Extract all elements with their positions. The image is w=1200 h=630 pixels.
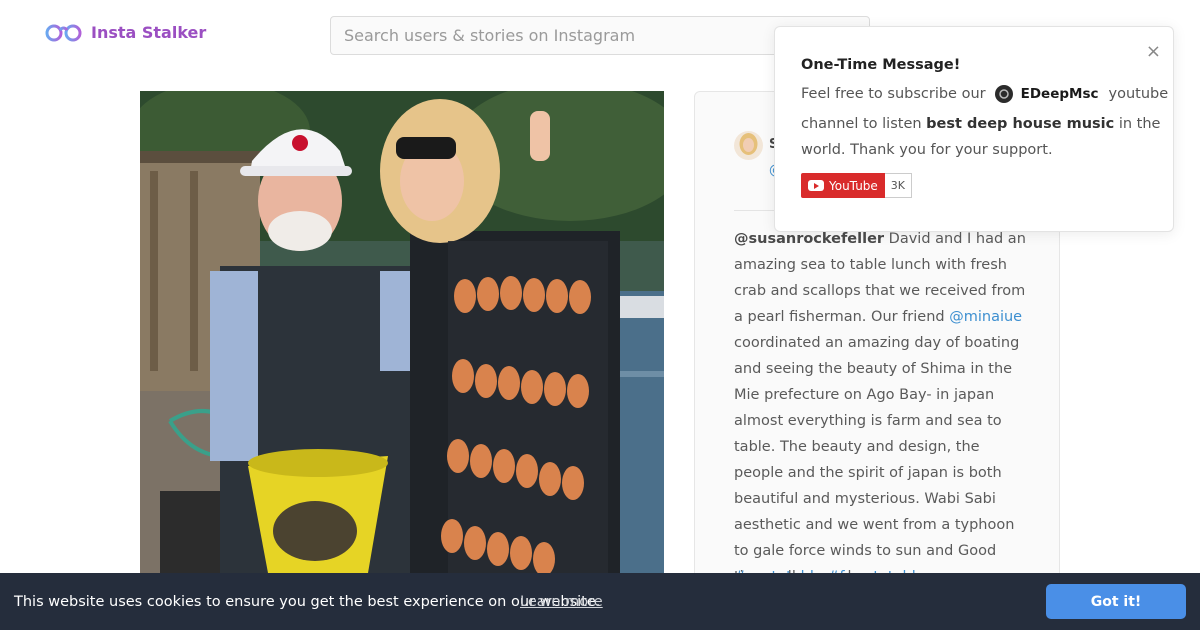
one-time-message-popup: × One-Time Message! Feel free to subscri… [774,26,1174,232]
channel-avatar-icon [994,85,1013,103]
post-caption: @susanrockefeller David and I had an ama… [734,226,1026,590]
channel-name[interactable]: EDeepMsc [1021,86,1099,102]
caption-mention[interactable]: @minaiue [949,309,1022,325]
youtube-subscribe-widget[interactable]: YouTube 3K [801,173,913,198]
popup-line2-bold: best deep house music [926,116,1115,132]
close-icon[interactable]: × [1146,42,1161,62]
post-photo [140,91,664,573]
youtube-subscribe-button[interactable]: YouTube [801,173,885,198]
avatar[interactable] [734,131,763,160]
cookie-banner: This website uses cookies to ensure you … [0,573,1200,630]
popup-line2-start: channel to listen [801,116,927,132]
subscriber-count: 3K [884,173,913,198]
cookie-accept-button[interactable]: Got it! [1046,584,1186,619]
logo-text: Insta Stalker [91,22,207,42]
youtube-label: YouTube [829,178,878,193]
popup-message: channel to listen best deep house music … [801,111,1161,163]
caption-text-2: coordinated an amazing day of boating an… [734,335,1020,585]
popup-text-before: Feel free to subscribe our [801,86,986,102]
learn-more-link[interactable]: Learn more [520,594,603,610]
popup-subscribe-line: Feel free to subscribe our EDeepMsc yout… [801,85,1168,103]
caption-username[interactable]: @susanrockefeller [734,231,884,247]
binoculars-logo-icon [45,24,82,42]
youtube-play-icon [808,180,824,191]
popup-text-after: youtube [1108,86,1169,102]
site-logo[interactable]: Insta Stalker [45,22,206,42]
popup-title: One-Time Message! [801,57,961,73]
cookie-message: This website uses cookies to ensure you … [14,593,601,610]
